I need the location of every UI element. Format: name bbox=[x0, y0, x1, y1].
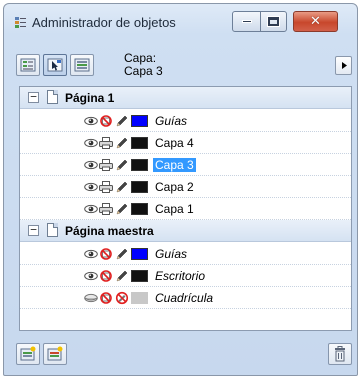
hidden-eye-icon[interactable] bbox=[84, 292, 98, 304]
show-object-properties-button[interactable] bbox=[16, 54, 40, 76]
layer-label[interactable]: Capa 3 bbox=[153, 158, 196, 172]
current-layer-value: Capa 3 bbox=[124, 64, 163, 78]
no-print-icon[interactable] bbox=[99, 270, 113, 282]
minimize-icon bbox=[241, 20, 252, 23]
page-icon bbox=[47, 223, 58, 237]
bottom-toolbar bbox=[12, 339, 352, 373]
layer-color-swatch[interactable] bbox=[131, 137, 148, 149]
eye-icon[interactable] bbox=[84, 270, 98, 282]
layer-color-swatch[interactable] bbox=[131, 270, 148, 282]
page-label: Página 1 bbox=[65, 91, 115, 105]
delete-icon bbox=[335, 346, 345, 362]
edit-across-layers-icon bbox=[47, 58, 63, 72]
layer-row[interactable]: Capa 4 bbox=[20, 132, 351, 154]
delete-button[interactable] bbox=[328, 343, 352, 365]
minimize-button[interactable] bbox=[232, 11, 261, 32]
layer-label[interactable]: Escritorio bbox=[153, 269, 207, 283]
layer-label[interactable]: Capa 4 bbox=[153, 136, 196, 150]
no-edit-icon[interactable] bbox=[115, 291, 129, 305]
collapse-icon[interactable]: − bbox=[28, 91, 39, 103]
triangle-right-icon bbox=[341, 62, 347, 69]
title-bar[interactable]: Administrador de objetos ✕ bbox=[4, 4, 357, 42]
object-tree: − Página 1 Guías Capa 4 Capa 3 Capa 2 Capa 1 − P… bbox=[19, 86, 352, 331]
pencil-icon[interactable] bbox=[115, 136, 129, 150]
layer-manager-view-button[interactable] bbox=[70, 54, 94, 76]
current-layer-info: Capa: Capa 3 bbox=[124, 52, 163, 78]
layer-color-swatch[interactable] bbox=[131, 181, 148, 193]
layer-row[interactable]: Cuadrícula bbox=[20, 287, 351, 309]
collapse-icon[interactable]: − bbox=[28, 224, 39, 236]
layer-label[interactable]: Guías bbox=[153, 114, 189, 128]
pencil-icon[interactable] bbox=[115, 158, 129, 172]
layer-row[interactable]: Guías bbox=[20, 110, 351, 132]
pencil-icon[interactable] bbox=[115, 202, 129, 216]
new-layer-icon bbox=[20, 346, 36, 361]
pencil-icon[interactable] bbox=[115, 247, 129, 261]
new-layer-button[interactable] bbox=[16, 343, 40, 365]
close-button[interactable]: ✕ bbox=[293, 11, 338, 32]
close-icon: ✕ bbox=[310, 14, 321, 29]
page-label: Página maestra bbox=[65, 224, 154, 238]
flyout-menu-button[interactable] bbox=[335, 56, 352, 75]
maximize-button[interactable] bbox=[260, 11, 287, 32]
no-print-icon[interactable] bbox=[99, 248, 113, 260]
printer-icon[interactable] bbox=[99, 203, 113, 215]
printer-icon[interactable] bbox=[99, 181, 113, 193]
eye-icon[interactable] bbox=[84, 137, 98, 149]
layer-label[interactable]: Cuadrícula bbox=[153, 291, 215, 305]
no-print-icon[interactable] bbox=[99, 292, 113, 304]
new-master-layer-icon bbox=[47, 346, 63, 361]
eye-icon[interactable] bbox=[84, 159, 98, 171]
edit-across-layers-button[interactable] bbox=[43, 54, 67, 76]
layer-row[interactable]: Escritorio bbox=[20, 265, 351, 287]
page-row[interactable]: − Página maestra bbox=[20, 220, 351, 242]
layer-row[interactable]: Capa 1 bbox=[20, 198, 351, 220]
layer-label[interactable]: Capa 2 bbox=[153, 180, 196, 194]
layer-label[interactable]: Guías bbox=[153, 247, 189, 261]
eye-icon[interactable] bbox=[84, 203, 98, 215]
layer-color-swatch[interactable] bbox=[131, 115, 148, 127]
page-icon bbox=[47, 90, 58, 104]
maximize-icon bbox=[267, 16, 280, 27]
layer-color-swatch[interactable] bbox=[131, 203, 148, 215]
printer-icon[interactable] bbox=[99, 137, 113, 149]
eye-icon[interactable] bbox=[84, 181, 98, 193]
pencil-icon[interactable] bbox=[115, 269, 129, 283]
new-master-layer-button[interactable] bbox=[43, 343, 67, 365]
printer-icon[interactable] bbox=[99, 159, 113, 171]
pencil-icon[interactable] bbox=[115, 180, 129, 194]
show-object-properties-icon bbox=[20, 58, 36, 72]
layer-row[interactable]: Capa 2 bbox=[20, 176, 351, 198]
layer-label[interactable]: Capa 1 bbox=[153, 202, 196, 216]
layer-row[interactable]: Capa 3 bbox=[20, 154, 351, 176]
page-row[interactable]: − Página 1 bbox=[20, 87, 351, 109]
eye-icon[interactable] bbox=[84, 115, 98, 127]
layer-color-swatch[interactable] bbox=[131, 292, 148, 304]
layer-color-swatch[interactable] bbox=[131, 248, 148, 260]
layer-manager-view-icon bbox=[74, 58, 90, 72]
eye-icon[interactable] bbox=[84, 248, 98, 260]
layer-row[interactable]: Guías bbox=[20, 243, 351, 265]
object-manager-icon bbox=[14, 16, 28, 30]
no-print-icon[interactable] bbox=[99, 115, 113, 127]
layer-color-swatch[interactable] bbox=[131, 159, 148, 171]
object-manager-window: Administrador de objetos ✕ Capa: Capa 3 … bbox=[3, 3, 358, 376]
window-title: Administrador de objetos bbox=[32, 15, 176, 30]
pencil-icon[interactable] bbox=[115, 114, 129, 128]
top-toolbar: Capa: Capa 3 bbox=[12, 42, 352, 78]
